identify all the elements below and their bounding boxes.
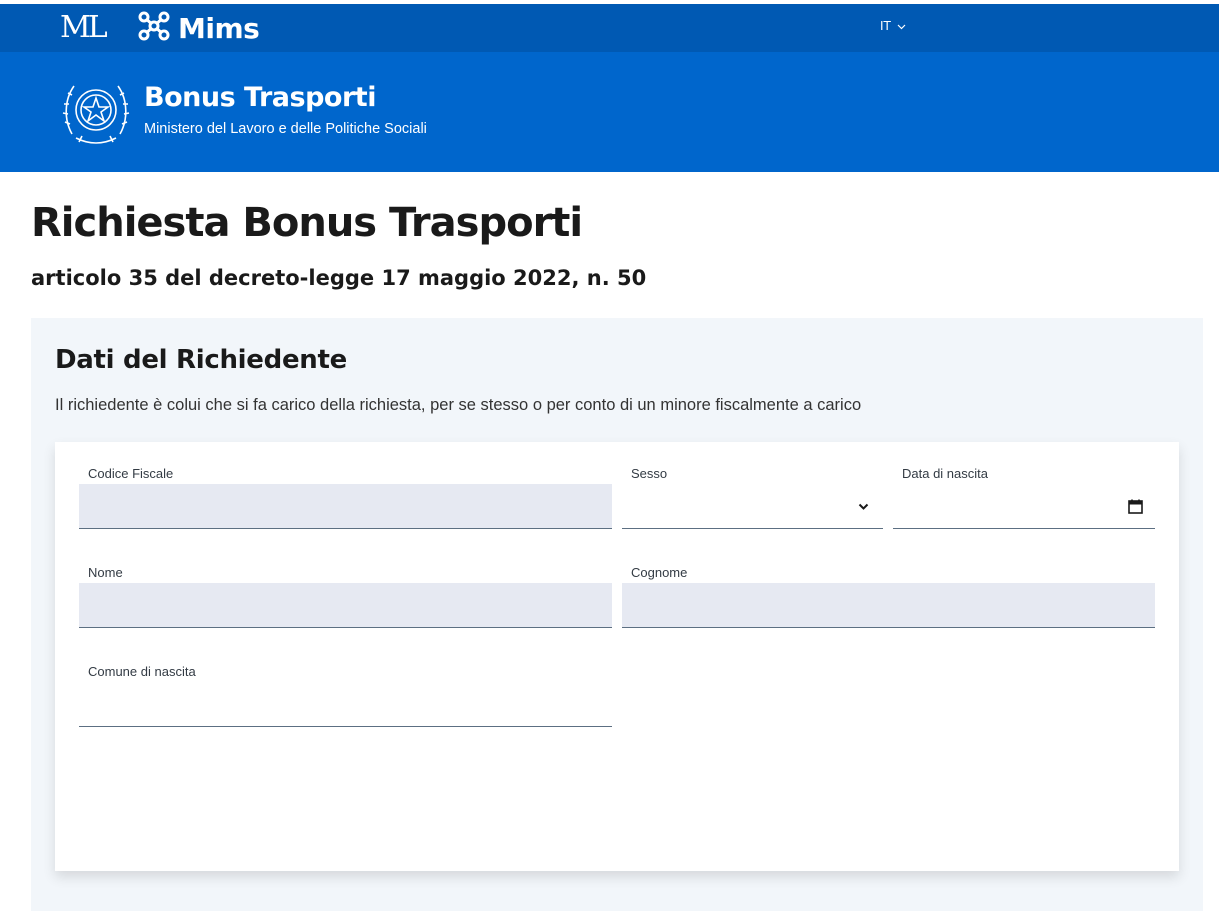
codice-fiscale-field: Codice Fiscale [79, 466, 612, 529]
cognome-input[interactable] [622, 583, 1155, 628]
sesso-select[interactable] [622, 484, 883, 529]
chevron-down-icon [897, 19, 906, 33]
comune-nascita-field: Comune di nascita [79, 664, 612, 727]
applicant-form-card: Codice Fiscale Sesso Data di nascita Nom… [55, 442, 1179, 871]
applicant-section: Dati del Richiedente Il richiedente è co… [31, 318, 1203, 911]
nome-input[interactable] [79, 583, 612, 628]
site-title[interactable]: Bonus Trasporti [144, 82, 376, 113]
mims-brand-text: Mims [178, 11, 260, 45]
comune-nascita-label: Comune di nascita [88, 664, 196, 679]
italian-republic-emblem-icon[interactable] [62, 74, 130, 154]
language-selector[interactable]: IT [880, 19, 906, 33]
nome-field: Nome [79, 565, 612, 628]
site-header: Bonus Trasporti Ministero del Lavoro e d… [0, 52, 1219, 172]
top-bar: ML Mims IT [0, 4, 1219, 52]
data-nascita-input[interactable] [893, 484, 1155, 529]
cognome-label: Cognome [631, 565, 688, 580]
comune-nascita-input[interactable] [79, 682, 612, 727]
section-description: Il richiedente è colui che si fa carico … [55, 396, 862, 414]
sesso-label: Sesso [631, 466, 668, 481]
section-title: Dati del Richiedente [55, 345, 347, 375]
codice-fiscale-input[interactable] [79, 484, 612, 529]
mims-logo-link[interactable]: Mims [138, 11, 260, 45]
ml-logo[interactable]: ML [60, 12, 108, 44]
chevron-down-icon [853, 496, 873, 516]
page-title: Richiesta Bonus Trasporti [31, 200, 583, 246]
cognome-field: Cognome [622, 565, 1155, 628]
data-nascita-label: Data di nascita [902, 466, 988, 481]
language-label: IT [880, 19, 891, 33]
codice-fiscale-label: Codice Fiscale [88, 466, 174, 481]
sesso-field: Sesso [622, 466, 883, 529]
page-subtitle: articolo 35 del decreto-legge 17 maggio … [31, 266, 647, 290]
nome-label: Nome [88, 565, 123, 580]
network-nodes-icon [138, 11, 170, 45]
site-subtitle: Ministero del Lavoro e delle Politiche S… [144, 121, 427, 137]
data-nascita-field: Data di nascita [893, 466, 1155, 529]
calendar-icon[interactable] [1125, 496, 1145, 516]
